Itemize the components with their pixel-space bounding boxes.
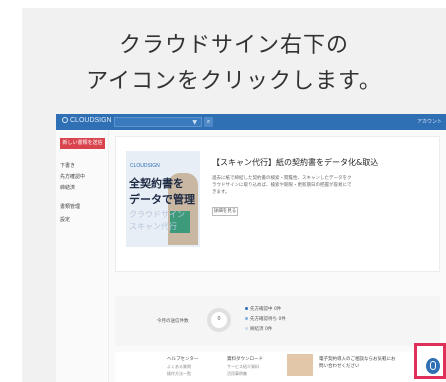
- banner-title: 【スキャン代行】紙の契約書をデータ化&取込: [212, 158, 379, 167]
- sidebar-item-documents[interactable]: 書類管理: [60, 203, 80, 210]
- sidebar-item-settings[interactable]: 設定: [60, 216, 70, 223]
- news-thumbnail[interactable]: [287, 354, 313, 376]
- chat-icon-inner: [430, 361, 436, 370]
- legend-item: 先方確認中 0件: [245, 306, 281, 312]
- promo-banner[interactable]: CLOUDSIGN 全契約書を データで管理 クラウドサイン スキャン代行 【ス…: [115, 136, 440, 272]
- legend-label: 先方確認中: [250, 307, 273, 312]
- top-bar: CLOUDSIGN ▼ ⌕ アカウント: [56, 114, 446, 130]
- detail-button[interactable]: 詳細を見る: [212, 207, 238, 216]
- chat-icon-highlight: [414, 343, 446, 379]
- legend-item: 先方確認待ち 0件: [245, 316, 286, 322]
- instruction-text: クラウドサイン右下の アイコンをクリックします。: [22, 28, 446, 100]
- footer-links: ヘルプセンター よくある質問 操作方法一覧 資料ダウンロード サービス紹介資料 …: [115, 352, 440, 382]
- stats-label: 今月の送信件数: [157, 319, 189, 324]
- help-center-link[interactable]: ヘルプセンター: [167, 356, 199, 362]
- download-item[interactable]: 活用事例集: [227, 371, 247, 377]
- legend-label: 先方確認待ち: [250, 317, 277, 322]
- instruction-line-1: クラウドサイン右下の: [118, 33, 349, 58]
- chat-bubble-icon[interactable]: [426, 358, 440, 374]
- search-icon[interactable]: ⌕: [204, 117, 213, 127]
- legend-dot: [245, 317, 248, 320]
- logo-text: CLOUDSIGN: [70, 117, 112, 124]
- donut-chart: 0: [207, 308, 231, 332]
- cloudsign-app-screenshot: CLOUDSIGN ▼ ⌕ アカウント 新しい書類を送信 下書き 先方確認中 締…: [56, 114, 446, 382]
- cloudsign-logo[interactable]: CLOUDSIGN: [62, 117, 112, 124]
- sidebar-item-completed[interactable]: 締結済: [60, 184, 75, 191]
- account-menu[interactable]: アカウント: [417, 118, 442, 125]
- search-input[interactable]: ▼: [114, 117, 202, 127]
- stats-panel: 今月の送信件数 0 先方確認中 0件 先方確認待ち 0件 締結済 0件: [115, 296, 440, 346]
- sidebar: 新しい書類を送信 下書き 先方確認中 締結済 書類管理 設定: [56, 130, 109, 382]
- instruction-line-2: アイコンをクリックします。: [86, 69, 382, 94]
- legend-item: 締結済 0件: [245, 326, 272, 332]
- sidebar-item-drafts[interactable]: 下書き: [60, 162, 75, 169]
- legend-dot: [245, 327, 248, 330]
- legend-value: 0件: [264, 327, 273, 332]
- promo-headline-1: 全契約書を: [129, 177, 184, 190]
- legend-value: 0件: [273, 307, 282, 312]
- legend-value: 0件: [278, 317, 286, 322]
- sidebar-item-pending[interactable]: 先方確認中: [60, 173, 85, 180]
- promo-image: CLOUDSIGN 全契約書を データで管理 クラウドサイン スキャン代行: [126, 151, 200, 247]
- new-document-button[interactable]: 新しい書類を送信: [60, 138, 105, 149]
- help-link[interactable]: よくある質問: [167, 364, 191, 370]
- chevron-down-icon: ▼: [192, 119, 197, 126]
- download-item[interactable]: サービス紹介資料: [227, 364, 259, 370]
- promo-subline-2: スキャン代行: [129, 222, 177, 231]
- news-text[interactable]: 電子契約導入のご相談ならお気軽にお問い合わせください: [319, 356, 399, 370]
- promo-subline-1: クラウドサイン: [129, 210, 185, 219]
- main-content: CLOUDSIGN 全契約書を データで管理 クラウドサイン スキャン代行 【ス…: [109, 130, 446, 382]
- download-link[interactable]: 資料ダウンロード: [227, 356, 263, 362]
- donut-value: 0: [217, 316, 221, 322]
- logo-icon: [62, 117, 68, 123]
- legend-dot: [245, 307, 248, 310]
- help-link[interactable]: 操作方法一覧: [167, 371, 191, 377]
- promo-headline-2: データで管理: [129, 193, 195, 206]
- banner-description: 過去に紙で締結した契約書の検索・閲覧性、スキャンしたデータをクラウドサインに取り…: [212, 176, 352, 195]
- legend-label: 締結済: [250, 327, 264, 332]
- promo-brand: CLOUDSIGN: [130, 163, 160, 169]
